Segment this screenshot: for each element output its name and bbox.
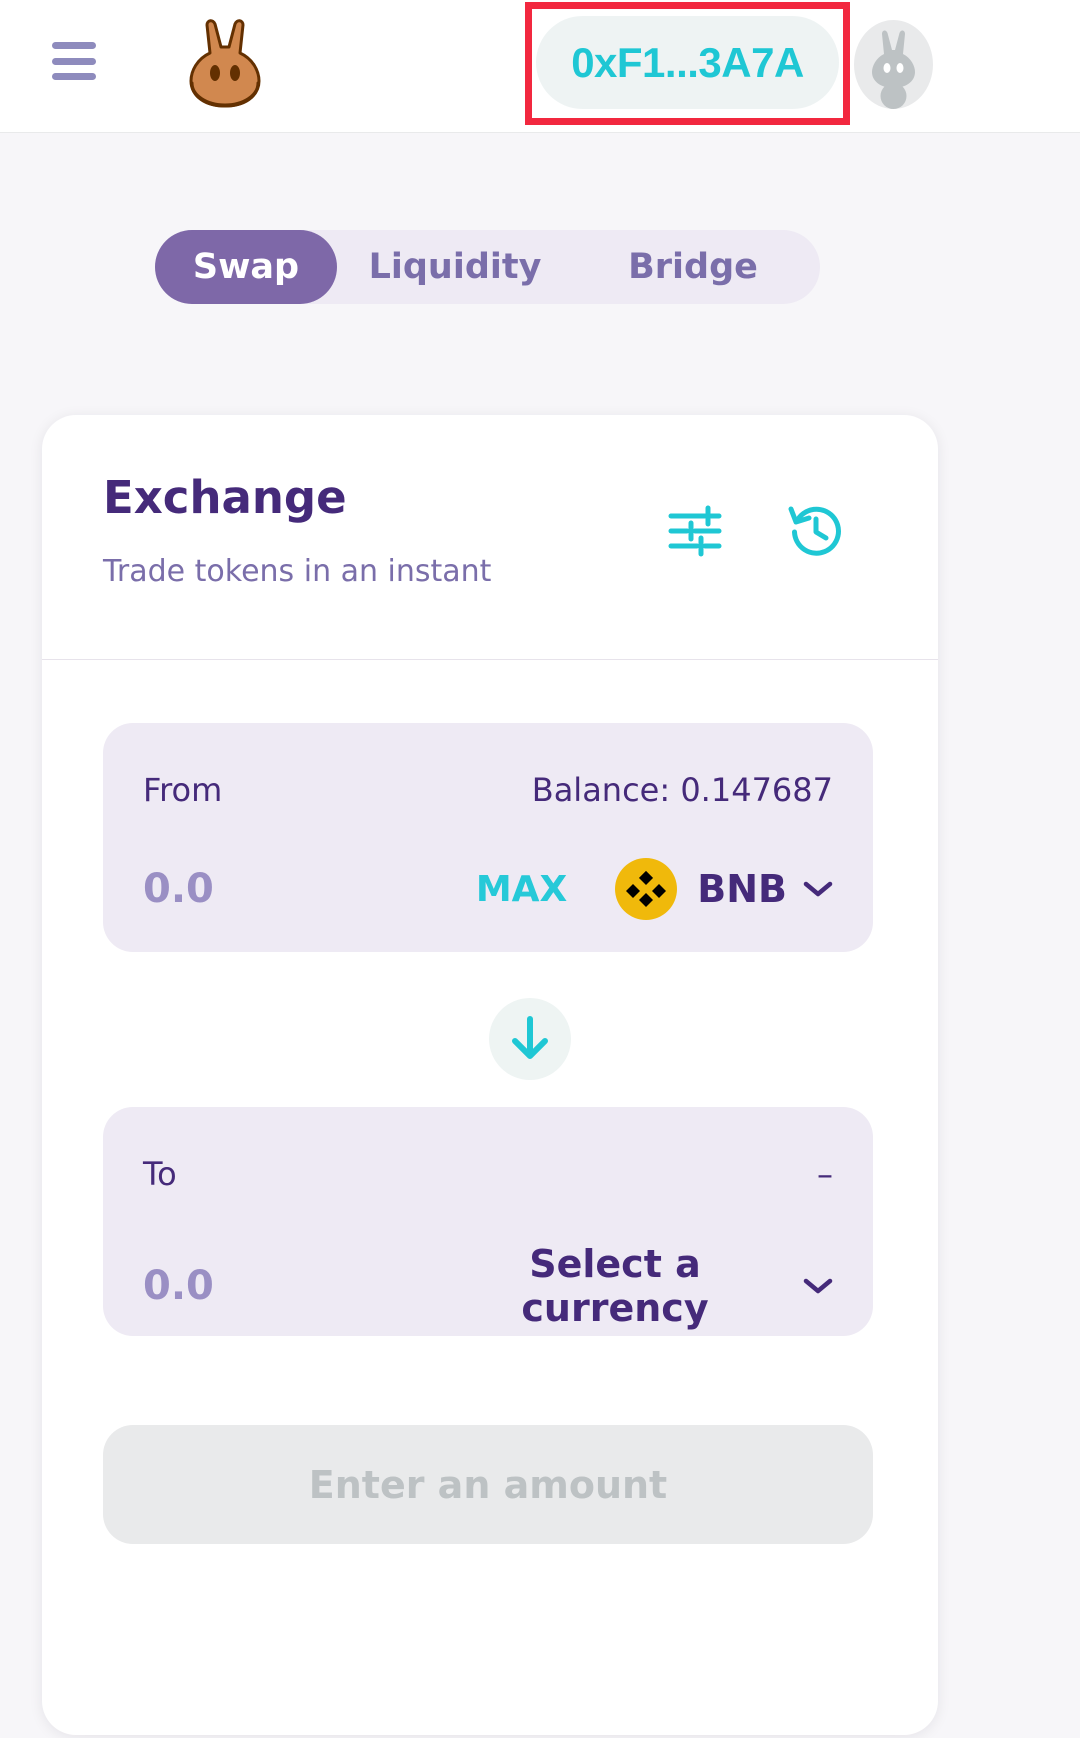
from-panel: From Balance: 0.147687 MAX — [103, 723, 873, 952]
from-panel-bottom-row: MAX — [143, 858, 833, 920]
from-token-select-button[interactable]: BNB — [615, 858, 833, 920]
from-controls: MAX BNB — [476, 858, 833, 920]
hamburger-bar — [52, 73, 96, 80]
wallet-address-button[interactable]: 0xF1...3A7A — [536, 16, 839, 109]
to-token-select-button[interactable]: Select a currency — [443, 1242, 833, 1330]
nav-tabs: Swap Liquidity Bridge — [155, 230, 820, 304]
exchange-card: Exchange Trade tokens in an instant From… — [42, 415, 938, 1735]
to-panel-bottom-row: Select a currency — [143, 1242, 833, 1330]
arrow-down-icon — [508, 1015, 552, 1064]
pancakeswap-rabbit-logo[interactable] — [185, 17, 265, 109]
to-amount-input[interactable] — [143, 1263, 443, 1309]
to-panel: To – Select a currency — [103, 1107, 873, 1336]
select-currency-label: Select a currency — [521, 1242, 709, 1330]
chevron-down-icon — [803, 880, 833, 898]
page-subtitle: Trade tokens in an instant — [103, 554, 492, 589]
switch-tokens-button[interactable] — [489, 998, 571, 1080]
to-panel-top-row: To – — [143, 1155, 833, 1193]
chevron-down-icon — [803, 1277, 833, 1295]
wallet-address-label: 0xF1...3A7A — [571, 38, 804, 86]
app-header: 0xF1...3A7A — [0, 0, 1080, 133]
from-balance-label: Balance: 0.147687 — [531, 771, 833, 809]
to-label: To — [143, 1155, 177, 1193]
from-amount-input[interactable] — [143, 866, 443, 912]
from-label: From — [143, 771, 223, 809]
from-token-symbol: BNB — [697, 867, 787, 911]
enter-amount-button[interactable]: Enter an amount — [103, 1425, 873, 1544]
max-button[interactable]: MAX — [476, 869, 567, 910]
tab-swap[interactable]: Swap — [155, 230, 337, 304]
hamburger-menu-icon[interactable] — [52, 42, 96, 80]
pancakeswap-app: 0xF1...3A7A Swap Liquidity Bridge Exchan… — [0, 0, 1080, 1738]
hamburger-bar — [52, 57, 96, 65]
tab-bridge[interactable]: Bridge — [573, 230, 813, 304]
from-panel-top-row: From Balance: 0.147687 — [143, 771, 833, 809]
to-balance-label: – — [817, 1155, 833, 1193]
binance-bnb-coin-icon — [615, 858, 678, 920]
sliders-settings-icon[interactable] — [667, 503, 723, 559]
page-title: Exchange — [103, 471, 347, 524]
tab-liquidity[interactable]: Liquidity — [337, 230, 573, 304]
hamburger-bar — [52, 42, 96, 49]
exchange-card-header: Exchange Trade tokens in an instant — [42, 415, 938, 660]
user-avatar-rabbit-icon[interactable] — [854, 20, 933, 109]
history-clock-icon[interactable] — [787, 501, 845, 559]
